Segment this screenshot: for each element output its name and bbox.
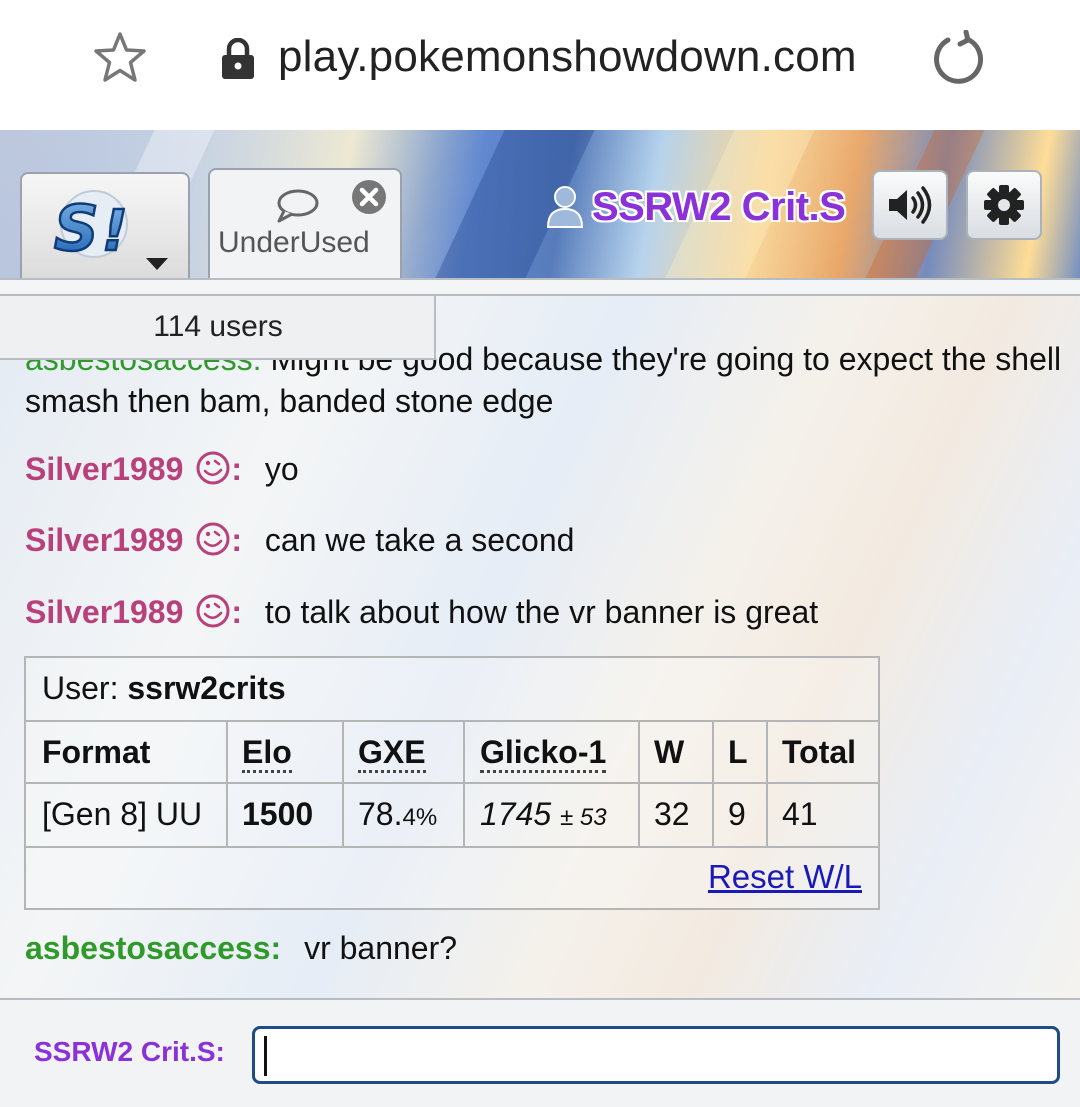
emote-icon [196, 451, 230, 485]
tab-underused[interactable]: UnderUsed [208, 168, 402, 278]
chat-bubble-icon [277, 189, 319, 223]
reset-wl-link[interactable]: Reset W/L [708, 858, 862, 896]
cell-gxe: 78.4% [358, 796, 437, 833]
table-divider [463, 720, 465, 846]
message-text: can we take a second [264, 522, 575, 558]
chat-message: Silver1989: yo [25, 450, 299, 488]
cell-format: [Gen 8] UU [42, 796, 203, 832]
rank-user-name: ssrw2crits [127, 670, 286, 706]
table-divider [712, 720, 714, 846]
chat-message: Silver1989: can we take a second [25, 521, 574, 559]
cell-losses: 9 [728, 796, 746, 832]
chat-message: asbestosaccess: vr banner? [25, 930, 457, 967]
rank-user-line: User: ssrw2crits [42, 670, 286, 707]
user-count: 114 users [153, 310, 283, 343]
gxe-value: 78. [358, 796, 403, 832]
userlist-toggle[interactable]: 114 users [0, 296, 436, 360]
emote-icon [196, 594, 230, 628]
chat-input[interactable] [252, 1026, 1060, 1084]
user-menu[interactable]: SSRW2 Crit.S [546, 182, 846, 232]
emote-icon [196, 522, 230, 556]
chat-input-bar: SSRW2 Crit.S: [0, 998, 1080, 1107]
message-colon: : [231, 594, 243, 630]
room-subheader [0, 278, 1080, 296]
close-icon[interactable] [350, 178, 388, 216]
chat-log[interactable]: 114 users asbestosaccess: Might be good … [0, 278, 1080, 998]
message-colon: : [231, 451, 243, 487]
rank-user-label: User: [42, 670, 119, 706]
message-username[interactable]: Silver1989 [25, 522, 183, 558]
svg-text:S: S [54, 192, 99, 260]
speaker-icon [889, 186, 932, 224]
column-header-gxe: GXE [358, 734, 426, 773]
gxe-decimal: 4% [402, 804, 438, 831]
chat-message: Silver1989: to talk about how the vr ban… [25, 593, 818, 631]
message-colon: : [231, 522, 243, 558]
glicko-value: 1745 [480, 796, 552, 832]
star-icon[interactable] [92, 30, 148, 86]
table-divider [226, 720, 228, 846]
table-divider [26, 846, 878, 848]
message-username[interactable]: Silver1989 [25, 594, 183, 630]
cell-elo: 1500 [242, 796, 314, 832]
app-header: S ! UnderUsed SSRW2 Crit.S [0, 130, 1080, 278]
lock-icon [222, 38, 254, 79]
cell-glicko: 1745 ± 53 [480, 796, 607, 833]
cell-wins: 32 [654, 796, 690, 832]
message-username[interactable]: Silver1989 [25, 451, 183, 487]
user-icon [546, 186, 584, 228]
glicko-deviation: ± 53 [560, 804, 607, 831]
username[interactable]: SSRW2 Crit.S [592, 185, 846, 230]
column-header-glicko: Glicko-1 [480, 734, 607, 773]
main-menu-tab[interactable]: S ! [20, 172, 190, 278]
url-text[interactable]: play.pokemonshowdown.com [278, 32, 857, 82]
browser-url-bar: play.pokemonshowdown.com [0, 0, 1080, 131]
text-cursor [264, 1036, 267, 1076]
chevron-down-icon [146, 258, 168, 270]
table-divider [342, 720, 344, 846]
gear-icon [984, 185, 1024, 225]
table-divider [766, 720, 768, 846]
sound-button[interactable] [872, 170, 948, 240]
message-text: vr banner? [304, 930, 458, 966]
showdown-logo: S ! [53, 190, 129, 260]
svg-text:!: ! [102, 199, 128, 260]
column-header-total: Total [782, 734, 857, 770]
column-header-wins: W [654, 734, 685, 770]
column-header-losses: L [728, 734, 748, 770]
settings-button[interactable] [966, 170, 1042, 240]
message-text: to talk about how the vr banner is great [264, 594, 819, 630]
table-divider [638, 720, 640, 846]
column-header-elo: Elo [242, 734, 292, 773]
message-text: yo [264, 451, 299, 487]
message-username[interactable]: asbestosaccess: [25, 930, 281, 966]
input-username-label[interactable]: SSRW2 Crit.S: [34, 1036, 225, 1068]
column-header-format: Format [42, 734, 151, 770]
table-divider [26, 782, 878, 784]
rank-table: User: ssrw2crits Format Elo GXE Glicko-1… [24, 656, 880, 910]
reload-icon[interactable] [930, 30, 990, 90]
tab-label: UnderUsed [218, 226, 370, 259]
table-divider [26, 720, 878, 722]
cell-total: 41 [782, 796, 818, 832]
